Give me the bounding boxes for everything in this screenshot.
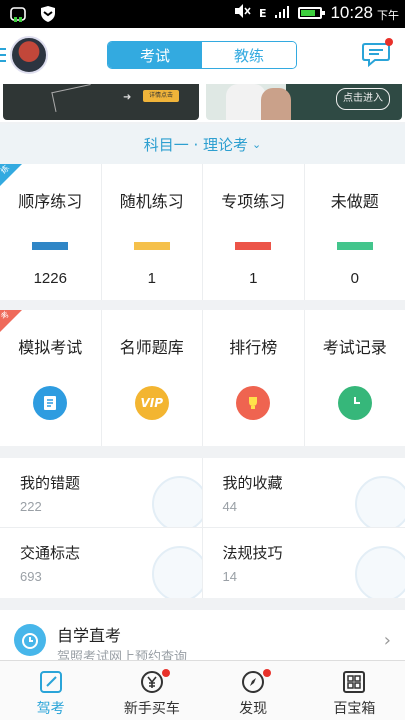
banner-chalkboard[interactable]: ➜ 详情点击 — [3, 84, 199, 120]
exam-item[interactable]: 模拟考试 — [0, 310, 102, 446]
exam-item-label: 模拟考试 — [18, 338, 83, 357]
tab-edit[interactable]: 驾考 — [0, 661, 101, 720]
alarm-clock-icon — [14, 624, 46, 656]
exam-paper-icon — [33, 386, 68, 420]
clock-icon — [337, 386, 372, 420]
tab-coach[interactable]: 教练 — [202, 42, 296, 68]
practice-item-count: 1 — [249, 270, 258, 287]
mute-icon — [233, 3, 251, 23]
notification-dot — [385, 38, 393, 46]
shield-icon — [38, 4, 58, 28]
headset-icon — [8, 4, 28, 28]
notification-dot — [162, 669, 170, 677]
tab-compass[interactable]: 发现 — [203, 661, 304, 720]
vip-text: VIP — [140, 396, 164, 410]
practice-color-bar — [133, 242, 170, 250]
notification-dot — [263, 669, 272, 677]
practice-item-label: 专项练习 — [221, 192, 286, 211]
practice-item-label: 未做题 — [330, 192, 379, 211]
practice-color-bar — [32, 242, 69, 250]
chevron-right-icon: › — [383, 630, 391, 651]
banner-students[interactable]: 点击进入 — [206, 84, 402, 120]
collection-tile[interactable]: 法规技巧 14 — [203, 528, 405, 598]
compass-icon — [240, 669, 266, 695]
banner-carousel: ➜ 详情点击 点击进入 — [0, 84, 405, 122]
watermark-icon — [151, 476, 202, 527]
bottom-tab-bar: 驾考 新手买车 发现 百宝箱 — [0, 660, 405, 720]
practice-item-count: 1 — [147, 270, 156, 287]
tab-label: 新手买车 — [123, 701, 180, 717]
tab-label: 发现 — [239, 701, 268, 717]
collection-tiles: 我的错题 222 我的收藏 44 交通标志 693 法规技巧 14 — [0, 458, 405, 598]
network-indicator: E — [258, 6, 267, 20]
collection-tile[interactable]: 我的收藏 44 — [202, 458, 405, 528]
practice-item-count: 1226 — [33, 270, 67, 287]
banner-click-text: 点击进入 — [336, 88, 390, 110]
grid-icon — [341, 669, 367, 695]
practice-item-label: 随机练习 — [119, 192, 184, 211]
exam-item-label: 排行榜 — [229, 338, 278, 357]
tab-yen[interactable]: 新手买车 — [101, 661, 202, 720]
practice-item-label: 顺序练习 — [18, 192, 83, 211]
exam-item-label: 考试记录 — [322, 338, 387, 357]
menu-icon[interactable] — [0, 48, 6, 64]
trophy-icon — [236, 386, 271, 420]
exam-item[interactable]: 考试记录 — [305, 310, 405, 446]
status-bar: E 10:28 下午 — [0, 0, 405, 28]
vip-icon: VIP — [134, 386, 169, 420]
practice-item-count: 0 — [350, 270, 359, 287]
subject-label: 科目一 · 理论考 — [143, 135, 249, 154]
edit-icon — [38, 669, 64, 695]
watermark-icon — [355, 476, 405, 527]
self-study-row[interactable]: 自学直考 驾照考试网上预约查询 › — [0, 610, 405, 660]
tab-label: 驾考 — [36, 701, 65, 717]
collection-tile[interactable]: 交通标志 693 — [0, 528, 203, 598]
banner-detail-chip: 详情点击 — [143, 90, 179, 102]
exam-item[interactable]: 名师题库 VIP — [102, 310, 203, 446]
self-study-title: 自学直考 — [57, 626, 122, 645]
tab-grid[interactable]: 百宝箱 — [304, 661, 405, 720]
practice-item[interactable]: 未做题 0 — [305, 164, 405, 300]
collection-tile[interactable]: 我的错题 222 — [0, 458, 203, 528]
exam-item-label: 名师题库 — [119, 338, 184, 357]
chevron-down-icon: ⌄ — [252, 137, 262, 151]
watermark-icon — [151, 546, 202, 598]
clock-ampm: 下午 — [377, 9, 399, 22]
yen-icon — [139, 669, 165, 695]
practice-section: 练 顺序练习 1226 随机练习 1 专项练习 1 未做题 0 — [0, 163, 405, 300]
app-header: 考试 教练 — [0, 28, 405, 84]
self-study-subtitle: 驾照考试网上预约查询 — [57, 650, 188, 660]
subject-selector[interactable]: 科目一 · 理论考 ⌄ — [0, 124, 405, 164]
exam-section: 考 模拟考试 名师题库 VIP 排行榜 考试记录 — [0, 309, 405, 446]
mode-switch: 考试 教练 — [107, 41, 297, 69]
avatar[interactable] — [10, 36, 48, 74]
practice-item[interactable]: 随机练习 1 — [102, 164, 203, 300]
tab-exam[interactable]: 考试 — [108, 42, 202, 68]
exam-item[interactable]: 排行榜 — [203, 310, 305, 446]
tab-label: 百宝箱 — [333, 701, 376, 717]
signal-icon — [274, 4, 290, 23]
message-button[interactable] — [361, 38, 393, 68]
practice-color-bar — [336, 242, 373, 250]
battery-icon — [298, 7, 326, 19]
practice-item[interactable]: 专项练习 1 — [203, 164, 305, 300]
clock-time: 10:28 — [330, 3, 373, 22]
arrow-icon: ➜ — [123, 92, 132, 103]
practice-item[interactable]: 顺序练习 1226 — [0, 164, 102, 300]
practice-color-bar — [235, 242, 272, 250]
watermark-icon — [355, 546, 405, 598]
